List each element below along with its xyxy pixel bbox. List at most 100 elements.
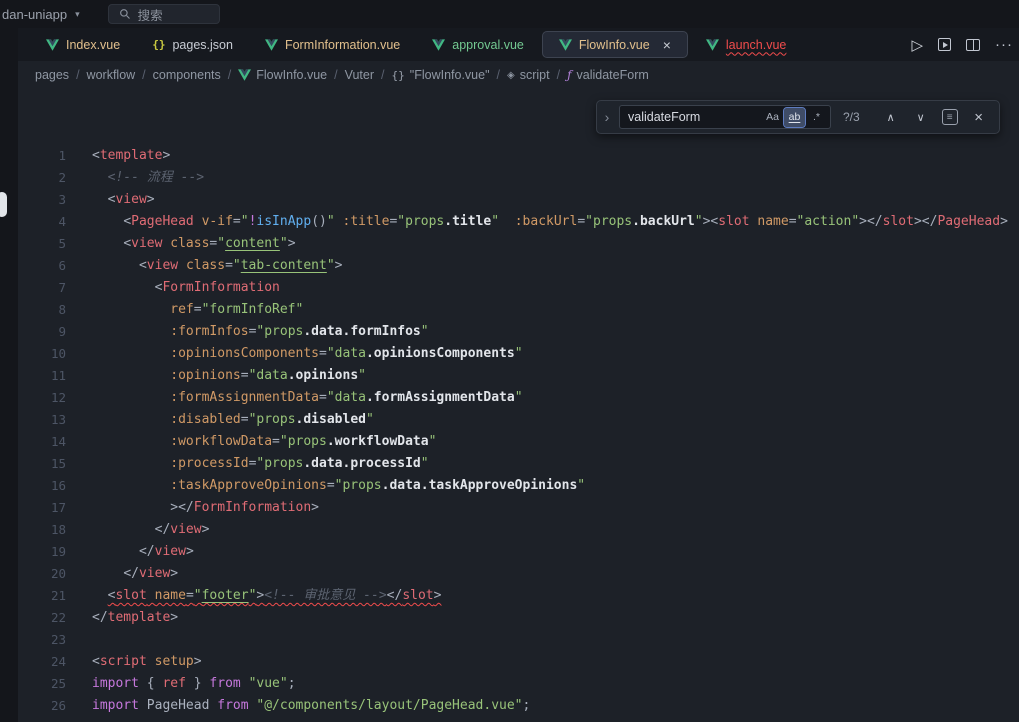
code-line[interactable]: 13 :disabled="props.disabled" xyxy=(18,409,1019,431)
code-line[interactable]: 26import PageHead from "@/components/lay… xyxy=(18,695,1019,717)
editor[interactable]: 1<template>2 <!-- 流程 -->3 <view>4 <PageH… xyxy=(18,89,1019,722)
tab-approval.vue[interactable]: approval.vue xyxy=(416,28,540,61)
code-line[interactable]: 23 xyxy=(18,629,1019,651)
code-token: "@/components/layout/PageHead.vue" xyxy=(256,698,522,713)
code-token: isInApp xyxy=(256,214,311,229)
code-line[interactable]: 3 <view> xyxy=(18,189,1019,211)
code-line[interactable]: 4 <PageHead v-if="!isInApp()" :title="pr… xyxy=(18,211,1019,233)
breadcrumb-item[interactable]: Vuter xyxy=(345,68,374,82)
line-number[interactable]: 25 xyxy=(18,673,66,695)
breadcrumb-item[interactable]: pages xyxy=(35,68,69,82)
breadcrumb-label: components xyxy=(153,68,221,82)
code-line[interactable]: 15 :processId="props.data.processId" xyxy=(18,453,1019,475)
line-number[interactable]: 16 xyxy=(18,475,66,497)
breadcrumb-item[interactable]: ◈script xyxy=(507,68,550,82)
code-line[interactable]: 16 :taskApproveOpinions="props.data.task… xyxy=(18,475,1019,497)
search-label: 搜索 xyxy=(138,5,163,24)
code-line[interactable]: 6 <view class="tab-content"> xyxy=(18,255,1019,277)
code-line[interactable]: 20 </view> xyxy=(18,563,1019,585)
code-token: " xyxy=(194,588,202,603)
tab-pages.json[interactable]: {}pages.json xyxy=(136,28,249,61)
close-tab-icon[interactable]: × xyxy=(663,38,671,52)
tab-launch.vue[interactable]: launch.vue xyxy=(690,28,802,61)
code-token xyxy=(92,214,123,229)
line-number[interactable]: 24 xyxy=(18,651,66,673)
whole-word-button[interactable]: ab xyxy=(784,108,805,127)
code-line[interactable]: 11 :opinions="data.opinions" xyxy=(18,365,1019,387)
code-line-text: <script setup> xyxy=(92,651,202,673)
next-match-button[interactable]: ∨ xyxy=(912,108,930,126)
code-line[interactable]: 21 <slot name="footer"><!-- 审批意见 --></sl… xyxy=(18,585,1019,607)
code-token: > xyxy=(311,500,319,515)
line-number[interactable]: 20 xyxy=(18,563,66,585)
code-token: .disabled xyxy=(296,412,366,427)
line-number[interactable]: 3 xyxy=(18,189,66,211)
code-line[interactable]: 24 <script setup> xyxy=(18,651,1019,673)
tab-label: pages.json xyxy=(172,38,232,52)
line-number[interactable]: 2 xyxy=(18,167,66,189)
code-token: view xyxy=(155,544,186,559)
toggle-replace-icon[interactable]: › xyxy=(601,109,613,125)
line-number[interactable]: 17 xyxy=(18,497,66,519)
workspace-name[interactable]: dan-uniapp xyxy=(2,7,67,22)
line-number[interactable]: 23 xyxy=(18,629,66,651)
line-number[interactable]: 10 xyxy=(18,343,66,365)
code-line[interactable]: 5 <view class="content"> xyxy=(18,233,1019,255)
breadcrumb-label: pages xyxy=(35,68,69,82)
more-actions-icon[interactable]: ··· xyxy=(995,36,1013,53)
close-find-button[interactable]: × xyxy=(970,108,988,126)
line-number[interactable]: 9 xyxy=(18,321,66,343)
code-token: props xyxy=(593,214,632,229)
tab-Index.vue[interactable]: Index.vue xyxy=(30,28,136,61)
code-token xyxy=(194,214,202,229)
line-number[interactable]: 13 xyxy=(18,409,66,431)
code-line[interactable]: 14 :workflowData="props.workflowData" xyxy=(18,431,1019,453)
code-line[interactable]: 2 <!-- 流程 --> xyxy=(18,167,1019,189)
line-number[interactable]: 21 xyxy=(18,585,66,607)
split-editor-icon[interactable] xyxy=(966,39,980,51)
line-number[interactable]: 22 xyxy=(18,607,66,629)
line-number[interactable]: 11 xyxy=(18,365,66,387)
find-in-selection-button[interactable]: ≡ xyxy=(942,109,958,125)
code-line[interactable]: 7 <FormInformation xyxy=(18,277,1019,299)
code-line[interactable]: 10 :opinionsComponents="data.opinionsCom… xyxy=(18,343,1019,365)
tab-FormInformation.vue[interactable]: FormInformation.vue xyxy=(249,28,416,61)
line-number[interactable]: 8 xyxy=(18,299,66,321)
line-number[interactable]: 6 xyxy=(18,255,66,277)
run-icon[interactable]: ▷ xyxy=(911,36,923,54)
breadcrumb-item[interactable]: components xyxy=(153,68,221,82)
code-line-text: :opinionsComponents="data.opinionsCompon… xyxy=(92,343,523,365)
breadcrumb-item[interactable]: {}"FlowInfo.vue" xyxy=(392,68,490,82)
line-number[interactable]: 19 xyxy=(18,541,66,563)
code-line[interactable]: 12 :formAssignmentData="data.formAssignm… xyxy=(18,387,1019,409)
line-number[interactable]: 26 xyxy=(18,695,66,717)
code-line[interactable]: 9 :formInfos="props.data.formInfos" xyxy=(18,321,1019,343)
line-number[interactable]: 15 xyxy=(18,453,66,475)
preview-icon[interactable] xyxy=(938,38,951,51)
line-number[interactable]: 12 xyxy=(18,387,66,409)
breadcrumb-item[interactable]: FlowInfo.vue xyxy=(238,68,327,82)
code-line[interactable]: 25import { ref } from "vue"; xyxy=(18,673,1019,695)
code-line[interactable]: 8 ref="formInfoRef" xyxy=(18,299,1019,321)
find-input[interactable]: validateForm Aa ab .* xyxy=(619,105,831,129)
command-center-search[interactable]: 搜索 xyxy=(108,4,220,24)
line-number[interactable]: 4 xyxy=(18,211,66,233)
previous-match-button[interactable]: ∧ xyxy=(882,108,900,126)
line-number[interactable]: 5 xyxy=(18,233,66,255)
code-token: :opinions xyxy=(170,368,240,383)
code-line[interactable]: 19 </view> xyxy=(18,541,1019,563)
code-line[interactable]: 1<template> xyxy=(18,145,1019,167)
code-line[interactable]: 22</template> xyxy=(18,607,1019,629)
tab-FlowInfo.vue[interactable]: FlowInfo.vue× xyxy=(542,31,688,58)
line-number[interactable]: 14 xyxy=(18,431,66,453)
regex-button[interactable]: .* xyxy=(806,108,827,127)
line-number[interactable]: 7 xyxy=(18,277,66,299)
line-number[interactable]: 1 xyxy=(18,145,66,167)
code-token: props xyxy=(264,456,303,471)
code-line[interactable]: 17 ></FormInformation> xyxy=(18,497,1019,519)
line-number[interactable]: 18 xyxy=(18,519,66,541)
breadcrumb-item[interactable]: ƒvalidateForm xyxy=(567,68,649,82)
match-case-button[interactable]: Aa xyxy=(762,108,783,127)
breadcrumb-item[interactable]: workflow xyxy=(87,68,136,82)
code-line[interactable]: 18 </view> xyxy=(18,519,1019,541)
